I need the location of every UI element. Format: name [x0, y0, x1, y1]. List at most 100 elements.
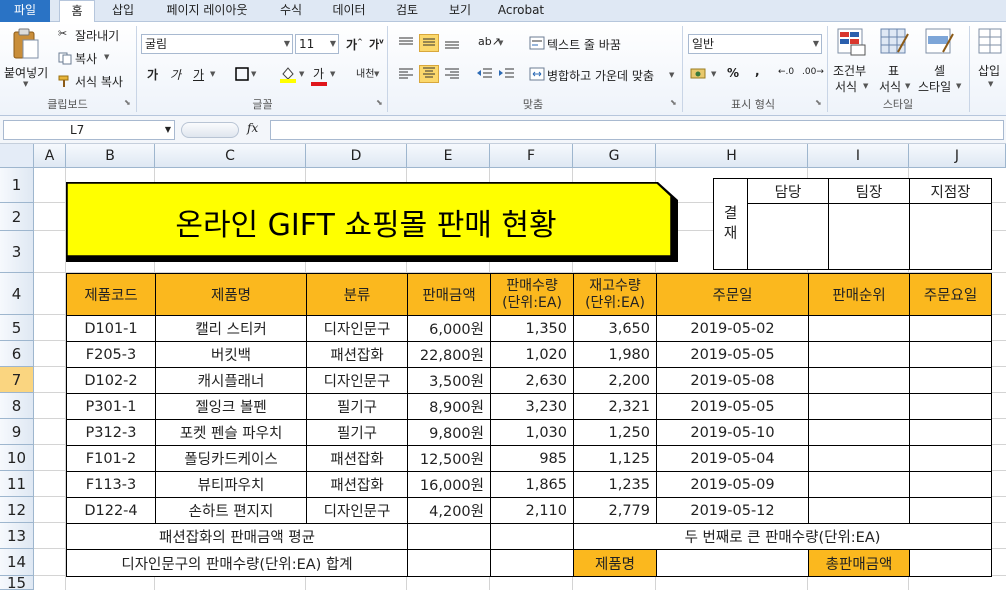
underline-dropdown-icon[interactable]: ▼	[210, 70, 215, 78]
format-painter-button[interactable]: 서식 복사	[58, 72, 130, 90]
cell-weekday[interactable]	[910, 420, 992, 446]
copy-button[interactable]: 복사 ▼	[58, 49, 128, 67]
phonetic-guide-icon[interactable]: 내천	[356, 65, 374, 80]
fill-color-dropdown-icon[interactable]: ▼	[299, 70, 304, 78]
accounting-dropdown-icon[interactable]: ▼	[711, 70, 716, 78]
row-header-10[interactable]: 10	[0, 445, 34, 471]
approval-sign-branch-manager[interactable]	[910, 204, 992, 270]
tab-home[interactable]: 홈	[59, 0, 95, 23]
font-color-icon[interactable]: 가	[313, 65, 324, 82]
column-header-g[interactable]: G	[573, 144, 656, 168]
summary-value-fashion-avg[interactable]	[408, 524, 491, 550]
cell-rank[interactable]	[809, 368, 910, 394]
cell-weekday[interactable]	[910, 368, 992, 394]
summary-value-product-name[interactable]	[657, 550, 809, 577]
font-name-combo[interactable]: 굴림 ▼	[141, 34, 293, 54]
cell-styles-button[interactable]: 셀 스타일 ▼	[918, 26, 964, 94]
cell-rank[interactable]	[809, 316, 910, 342]
column-header-f[interactable]: F	[490, 144, 573, 168]
cell-rank[interactable]	[809, 394, 910, 420]
worksheet-grid[interactable]: ABCDEFGHIJ 1 2 3 4 5 6 7 8 9 10 11 12 13 14 15 온라인 GIF…	[0, 144, 1006, 590]
shrink-font-icon[interactable]: 가v	[369, 36, 384, 52]
cell-weekday[interactable]	[910, 472, 992, 498]
border-dropdown-icon[interactable]: ▼	[251, 70, 256, 78]
align-left-icon[interactable]	[397, 67, 415, 81]
cell-weekday[interactable]	[910, 342, 992, 368]
border-icon[interactable]	[235, 67, 249, 81]
merge-center-button[interactable]: 병합하고 가운데 맞춤 ▼	[529, 65, 679, 85]
increase-indent-icon[interactable]	[498, 67, 516, 81]
wrap-text-button[interactable]: 텍스트 줄 바꿈	[529, 34, 639, 54]
row-header-2[interactable]: 2	[0, 203, 34, 231]
cell-weekday[interactable]	[910, 446, 992, 472]
summary-empty-cell[interactable]	[491, 524, 574, 550]
font-color-dropdown-icon[interactable]: ▼	[330, 70, 335, 78]
column-header-j[interactable]: J	[909, 144, 1006, 168]
paste-button[interactable]: 붙여넣기 ▼	[2, 26, 50, 92]
row-header-5[interactable]: 5	[0, 315, 34, 341]
row-header-14[interactable]: 14	[0, 549, 34, 576]
cell-rank[interactable]	[809, 446, 910, 472]
column-header-e[interactable]: E	[407, 144, 490, 168]
alignment-launcher-icon[interactable]: ⬊	[670, 98, 677, 107]
align-center-button[interactable]	[419, 65, 439, 83]
decrease-decimal-icon[interactable]: .00→	[802, 67, 824, 77]
cell-rank[interactable]	[809, 472, 910, 498]
number-launcher-icon[interactable]: ⬊	[815, 98, 822, 107]
cell-rank[interactable]	[809, 498, 910, 524]
cell-rank[interactable]	[809, 420, 910, 446]
summary-value-total-sales[interactable]	[910, 550, 992, 577]
tab-view[interactable]: 보기	[441, 0, 479, 22]
tab-insert[interactable]: 삽입	[104, 0, 142, 22]
align-middle-button[interactable]	[419, 34, 439, 52]
formula-input[interactable]	[270, 120, 1004, 140]
underline-button[interactable]: 가	[193, 66, 204, 83]
bold-button[interactable]: 가	[147, 66, 158, 83]
row-header-1[interactable]: 1	[0, 168, 34, 203]
column-header-i[interactable]: I	[808, 144, 909, 168]
row-header-8[interactable]: 8	[0, 393, 34, 419]
cell-weekday[interactable]	[910, 316, 992, 342]
align-right-icon[interactable]	[443, 67, 461, 81]
row-header-15[interactable]: 15	[0, 576, 34, 590]
tab-acrobat[interactable]: Acrobat	[494, 0, 548, 22]
decrease-indent-icon[interactable]	[476, 67, 494, 81]
tab-formulas[interactable]: 수식	[272, 0, 310, 22]
cell-rank[interactable]	[809, 342, 910, 368]
column-header-b[interactable]: B	[66, 144, 155, 168]
row-header-11[interactable]: 11	[0, 471, 34, 497]
phonetic-dropdown-icon[interactable]: ▼	[374, 70, 379, 78]
font-launcher-icon[interactable]: ⬊	[376, 98, 383, 107]
approval-sign-team-lead[interactable]	[829, 204, 910, 270]
approval-sign-manager[interactable]	[748, 204, 829, 270]
row-header-7[interactable]: 7	[0, 367, 34, 393]
column-header-h[interactable]: H	[656, 144, 808, 168]
row-header-3[interactable]: 3	[0, 231, 34, 273]
name-box[interactable]: L7 ▼	[3, 120, 175, 140]
cut-button[interactable]: ✂ 잘라내기	[58, 26, 128, 44]
tab-review[interactable]: 검토	[388, 0, 426, 22]
percent-button[interactable]: %	[727, 66, 739, 80]
summary-empty-cell[interactable]	[491, 550, 574, 577]
align-bottom-icon[interactable]	[443, 36, 461, 50]
insert-cells-button[interactable]: 삽입 ▼	[974, 26, 1006, 94]
column-header-c[interactable]: C	[155, 144, 306, 168]
clipboard-launcher-icon[interactable]: ⬊	[124, 98, 131, 107]
row-header-12[interactable]: 12	[0, 497, 34, 523]
tab-page-layout[interactable]: 페이지 레이아웃	[157, 0, 257, 22]
tab-data[interactable]: 데이터	[325, 0, 373, 22]
column-header-a[interactable]: A	[34, 144, 66, 168]
select-all-corner[interactable]	[0, 144, 34, 168]
comma-button[interactable]: ,	[755, 64, 760, 78]
orientation-dropdown-icon[interactable]: ▼	[498, 39, 503, 47]
tab-file[interactable]: 파일	[0, 0, 50, 22]
column-header-d[interactable]: D	[306, 144, 407, 168]
italic-button[interactable]: 가	[170, 66, 181, 83]
insert-function-icon[interactable]: fx	[247, 121, 258, 135]
fill-color-icon[interactable]	[279, 65, 297, 83]
number-format-combo[interactable]: 일반 ▼	[688, 34, 822, 54]
row-header-13[interactable]: 13	[0, 523, 34, 549]
row-header-6[interactable]: 6	[0, 341, 34, 367]
align-top-icon[interactable]	[397, 36, 415, 50]
row-header-9[interactable]: 9	[0, 419, 34, 445]
